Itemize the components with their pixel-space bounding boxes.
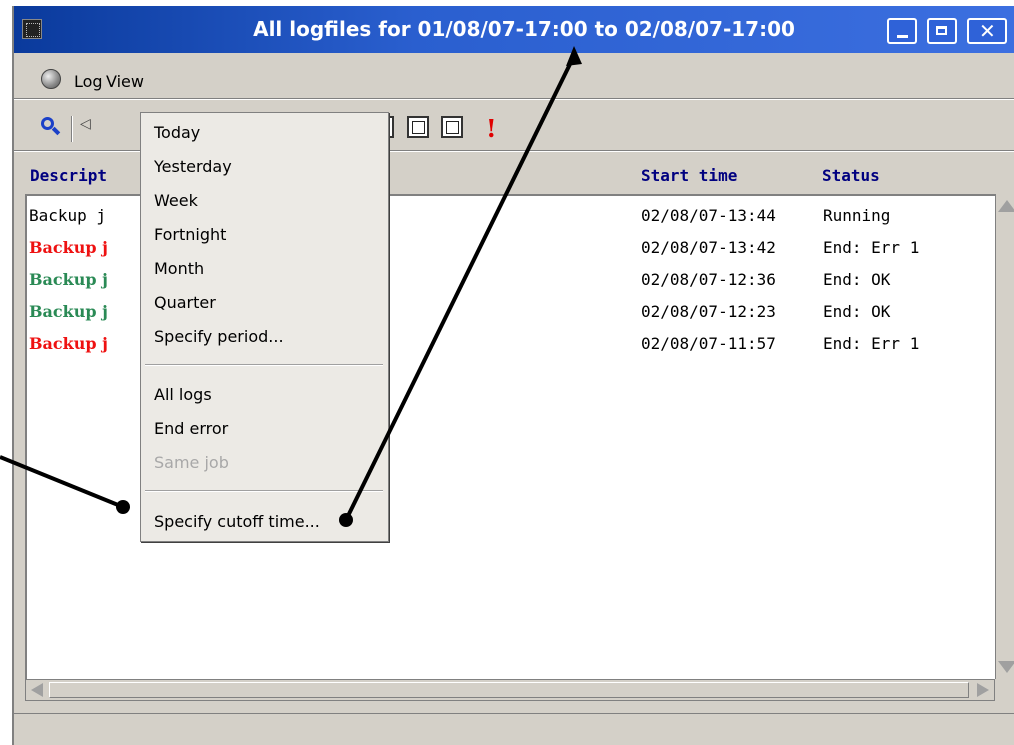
- app-icon[interactable]: [22, 19, 42, 39]
- column-header-description[interactable]: Descript: [30, 166, 107, 185]
- view-dropdown-menu: Today Yesterday Week Fortnight Month Qua…: [140, 112, 389, 542]
- menu-item-month[interactable]: Month: [154, 254, 204, 284]
- close-button[interactable]: ✕: [967, 18, 1007, 44]
- row-start-time: 02/08/07-11:57: [641, 334, 776, 353]
- row-status: End: Err 1: [823, 238, 920, 257]
- row-status: End: OK: [823, 270, 891, 289]
- row-description: Backup j: [29, 206, 107, 225]
- row-status: End: OK: [823, 302, 891, 321]
- title-bar[interactable]: All logfiles for 01/08/07-17:00 to 02/08…: [14, 6, 1014, 53]
- column-header-status[interactable]: Status: [822, 166, 880, 185]
- menu-item-week[interactable]: Week: [154, 186, 198, 216]
- toolbar-separator: [71, 116, 73, 142]
- menu-separator: [145, 490, 383, 492]
- search-icon[interactable]: [40, 116, 62, 138]
- menu-separator: [145, 364, 383, 366]
- menu-item-end-error[interactable]: End error: [154, 414, 228, 444]
- row-description: Backup j: [29, 302, 108, 321]
- minimize-button[interactable]: [887, 18, 917, 44]
- alert-icon[interactable]: !: [486, 114, 497, 143]
- minimize-icon: [897, 35, 908, 38]
- menu-log[interactable]: Log: [74, 72, 103, 91]
- row-start-time: 02/08/07-12:36: [641, 270, 776, 289]
- previous-icon[interactable]: ◁: [80, 116, 102, 138]
- menu-item-same-job: Same job: [154, 453, 229, 472]
- maximize-icon: [936, 26, 947, 35]
- scroll-left-icon[interactable]: [31, 683, 43, 697]
- window-title: All logfiles for 01/08/07-17:00 to 02/08…: [253, 17, 795, 41]
- menu-item-specify-cutoff-time[interactable]: Specify cutoff time...: [154, 507, 320, 537]
- row-description: Backup j: [29, 270, 108, 289]
- document-search-icon[interactable]: [407, 116, 429, 138]
- close-icon: ✕: [979, 19, 996, 43]
- column-header-start-time[interactable]: Start time: [641, 166, 737, 185]
- menu-item-specify-period[interactable]: Specify period...: [154, 322, 284, 352]
- scroll-right-icon[interactable]: [977, 683, 989, 697]
- scroll-down-icon[interactable]: [998, 661, 1014, 673]
- globe-icon: [41, 69, 61, 89]
- menu-item-all-logs[interactable]: All logs: [154, 380, 212, 410]
- menu-bar: Log View: [14, 62, 1014, 96]
- menubar-divider: [14, 98, 1014, 100]
- menu-item-fortnight[interactable]: Fortnight: [154, 220, 226, 250]
- row-start-time: 02/08/07-13:42: [641, 238, 776, 257]
- vertical-scrollbar[interactable]: [995, 194, 1014, 679]
- menu-item-quarter[interactable]: Quarter: [154, 288, 216, 318]
- row-description: Backup j: [29, 238, 108, 257]
- horizontal-scroll-thumb[interactable]: [49, 682, 969, 698]
- help-document-icon[interactable]: [441, 116, 463, 138]
- horizontal-scrollbar[interactable]: [25, 679, 995, 701]
- row-description: Backup j: [29, 334, 108, 353]
- menu-view[interactable]: View: [106, 72, 144, 91]
- row-start-time: 02/08/07-13:44: [641, 206, 776, 225]
- menu-item-today[interactable]: Today: [154, 118, 200, 148]
- row-status: Running: [823, 206, 891, 225]
- logfiles-window: All logfiles for 01/08/07-17:00 to 02/08…: [12, 6, 1014, 745]
- row-start-time: 02/08/07-12:23: [641, 302, 776, 321]
- scroll-up-icon[interactable]: [998, 200, 1014, 212]
- maximize-button[interactable]: [927, 18, 957, 44]
- row-status: End: Err 1: [823, 334, 920, 353]
- status-bar: [14, 713, 1014, 745]
- menu-item-yesterday[interactable]: Yesterday: [154, 152, 232, 182]
